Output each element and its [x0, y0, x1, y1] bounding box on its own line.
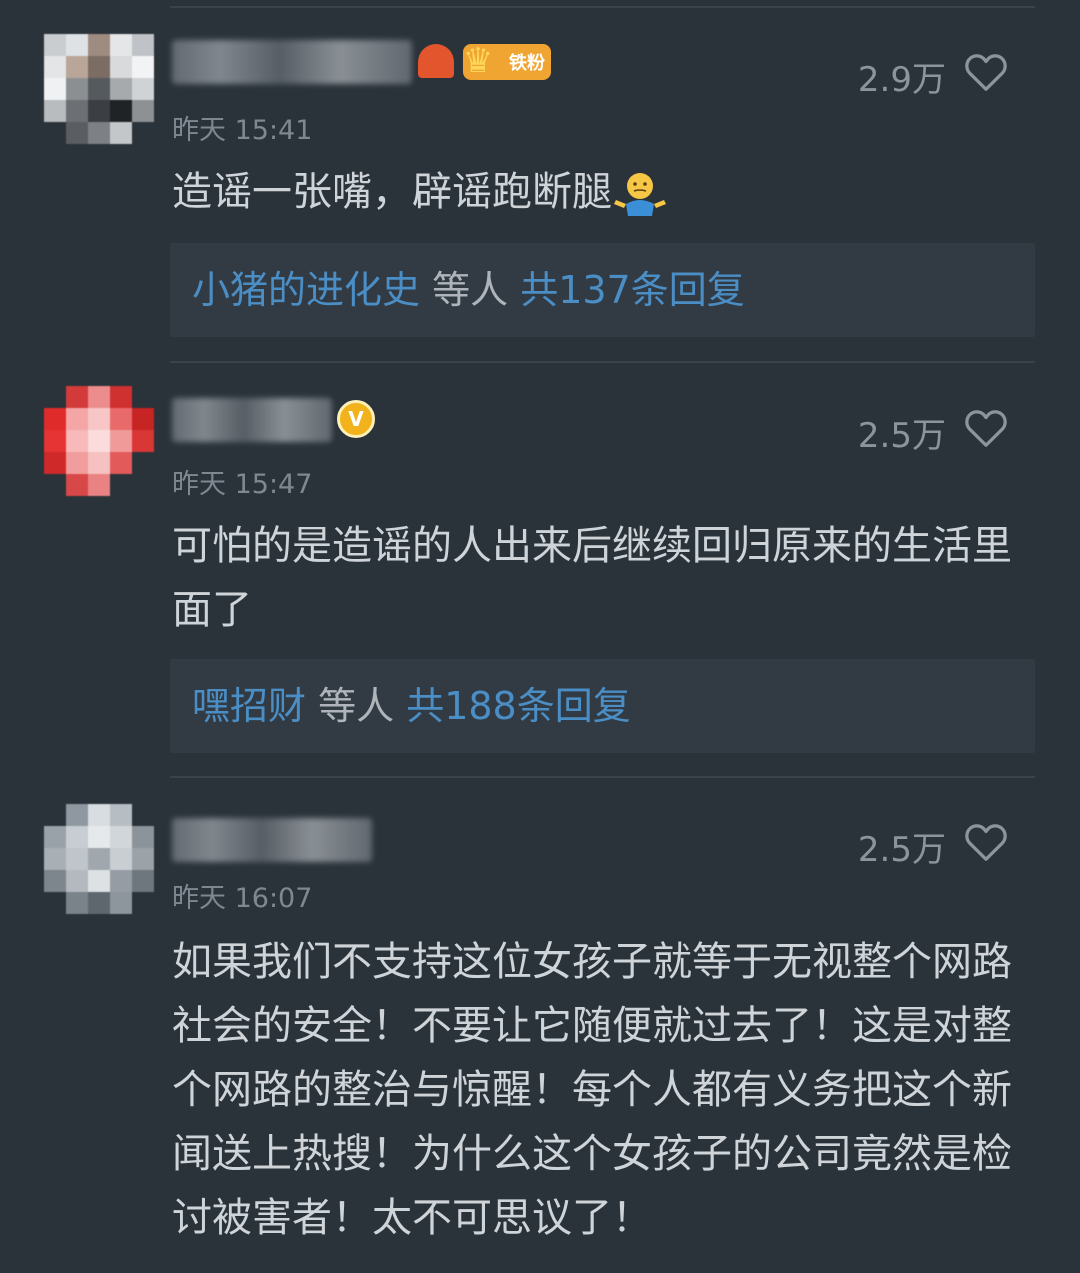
comment-divider	[170, 361, 1035, 363]
comment-text: 可怕的是造谣的人出来后继续回归原来的生活里面了	[172, 523, 1012, 633]
top-divider	[170, 6, 1035, 8]
crown-icon: ♛	[462, 41, 494, 81]
reply-summary[interactable]: 嘿招财 等人 共188条回复	[170, 659, 1035, 753]
verified-badge-icon: V	[337, 400, 375, 438]
comment-time: 昨天 15:47	[172, 469, 313, 500]
comment-text: 造谣一张嘴，辟谣跑断腿	[172, 160, 1022, 224]
comment-time: 昨天 15:41	[172, 115, 313, 146]
avatar[interactable]	[44, 804, 154, 914]
heart-icon[interactable]	[964, 408, 1008, 448]
fan-badge: ♛ 铁粉	[463, 41, 551, 81]
fan-hat-icon	[418, 44, 454, 78]
heart-icon[interactable]	[964, 822, 1008, 862]
shrug-emoji-icon	[612, 166, 668, 222]
like-count: 2.9万	[857, 60, 946, 100]
heart-icon[interactable]	[964, 52, 1008, 92]
username-redacted[interactable]	[172, 40, 412, 84]
avatar[interactable]	[44, 386, 154, 496]
reply-user-link[interactable]: 小猪的进化史	[192, 268, 420, 312]
reply-count-link[interactable]: 共137条回复	[520, 268, 745, 312]
username-redacted[interactable]	[172, 398, 332, 442]
reply-count-link[interactable]: 共188条回复	[406, 684, 631, 728]
reply-user-link[interactable]: 嘿招财	[192, 684, 306, 728]
comment-time: 昨天 16:07	[172, 883, 313, 914]
username-redacted[interactable]	[172, 818, 372, 862]
avatar[interactable]	[44, 34, 154, 144]
like-count: 2.5万	[857, 830, 946, 870]
reply-summary[interactable]: 小猪的进化史 等人 共137条回复	[170, 243, 1035, 337]
like-count: 2.5万	[857, 416, 946, 456]
comment-divider	[170, 776, 1035, 778]
comment-text: 如果我们不支持这位女孩子就等于无视整个网路社会的安全！不要让它随便就过去了！这是…	[172, 939, 1012, 1241]
fan-badge-label: 铁粉	[509, 53, 545, 74]
